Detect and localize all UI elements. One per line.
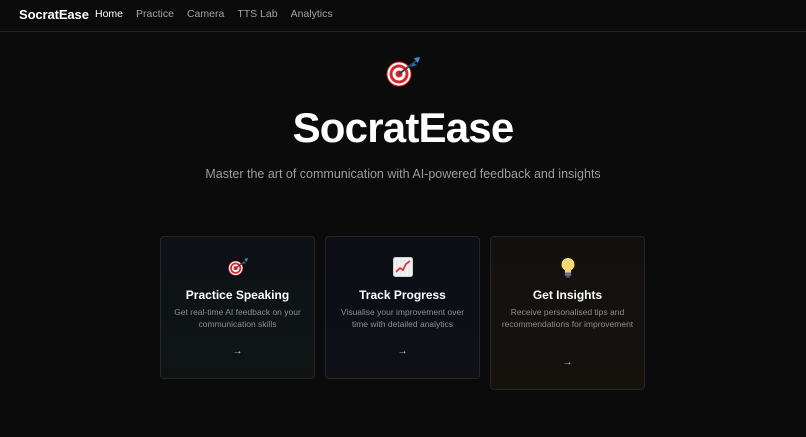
chart-increasing-icon (326, 257, 479, 279)
arrow-right-icon[interactable]: → (161, 346, 314, 358)
nav-link-camera[interactable]: Camera (187, 8, 224, 20)
arrow-right-icon[interactable]: → (326, 346, 479, 358)
feature-card-track-progress[interactable]: Track Progress Visualise your improvemen… (325, 236, 480, 379)
dart-target-icon (383, 55, 423, 89)
card-description: Receive personalised tips and recommenda… (501, 307, 634, 329)
nav-link-analytics[interactable]: Analytics (291, 8, 333, 20)
card-title: Track Progress (359, 288, 446, 302)
nav-link-practice[interactable]: Practice (136, 8, 174, 20)
arrow-right-icon[interactable]: → (491, 357, 644, 369)
card-description: Get real-time AI feedback on your commun… (174, 307, 301, 329)
hero-title: SocratEase (292, 104, 515, 151)
feature-card-get-insights[interactable]: Get Insights Receive personalised tips a… (490, 236, 645, 390)
nav-link-tts-lab[interactable]: TTS Lab (237, 8, 277, 20)
dart-target-icon (161, 257, 314, 279)
light-bulb-icon (491, 257, 644, 279)
card-title: Practice Speaking (185, 288, 290, 302)
card-title: Get Insights (532, 288, 603, 302)
top-navbar: SocratEase Home Practice Camera TTS Lab … (0, 0, 806, 32)
hero-subtitle: Master the art of communication with AI-… (205, 167, 601, 181)
nav-links: Home Practice Camera TTS Lab Analytics (95, 8, 333, 20)
brand-logo-text[interactable]: SocratEase (19, 7, 89, 22)
card-description: Visualise your improvement over time wit… (340, 307, 465, 329)
feature-card-practice-speaking[interactable]: Practice Speaking Get real-time AI feedb… (160, 236, 315, 379)
nav-link-home[interactable]: Home (95, 8, 123, 20)
